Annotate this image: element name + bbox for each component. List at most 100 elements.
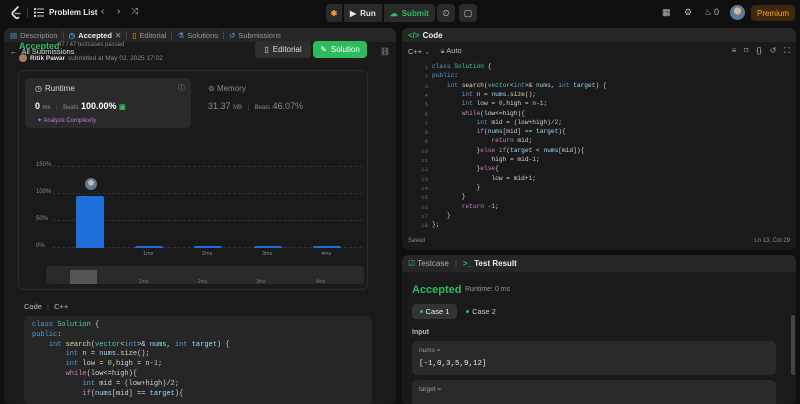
variable-name: target =	[419, 386, 442, 393]
analyze-complexity-link[interactable]: ✦ Analyze Complexity	[37, 117, 96, 124]
submit-label: Submit	[401, 8, 429, 18]
tab-testcase[interactable]: ☑ Testcase	[408, 259, 449, 268]
tab-submissions[interactable]: ↺ Submissions	[229, 31, 281, 40]
scrubber-tick-label: 4ms	[316, 279, 326, 285]
chart-range-scrubber[interactable]: 1ms 2ms 3ms 4ms	[46, 266, 364, 285]
editor-code-line: }	[432, 211, 451, 219]
scrubber-tick-label: 1ms	[139, 279, 149, 285]
line-number: 10	[421, 147, 428, 155]
chart-bar[interactable]	[254, 246, 282, 248]
fire-icon[interactable]: ♨	[704, 7, 712, 18]
language-select[interactable]: C++ ⌄	[408, 47, 431, 56]
prev-problem-icon[interactable]: ‹	[101, 6, 104, 17]
clock-icon: ◷	[35, 84, 42, 93]
divider	[223, 31, 225, 39]
x-tick-label: 1ms	[143, 251, 154, 257]
tab-code[interactable]: </> Code	[402, 28, 796, 42]
submitted-code[interactable]: class Solution {public: int search(vecto…	[24, 316, 372, 404]
submit-button[interactable]: ☁ Submit	[383, 4, 435, 22]
info-icon[interactable]: ⓘ	[178, 83, 185, 93]
runtime-beats-label: Beats	[63, 105, 79, 111]
y-tick-label: 100%	[36, 189, 52, 195]
next-problem-icon[interactable]: ›	[117, 6, 120, 17]
shuffle-icon[interactable]: ⤨	[131, 6, 138, 17]
tab-label: Solutions	[187, 30, 219, 40]
fullscreen-icon[interactable]: ⛶	[784, 46, 790, 56]
code-line: int search(vector<int>& nums, int target…	[48, 340, 230, 349]
tab-label: Code	[422, 30, 443, 40]
tab-solutions[interactable]: ⚗ Solutions	[177, 31, 218, 40]
case-2-tab[interactable]: Case 2	[462, 304, 500, 319]
leetcode-logo-icon[interactable]	[10, 6, 22, 20]
line-number: 4	[424, 91, 428, 99]
tab-description[interactable]: ▤ Description	[10, 31, 58, 40]
editor-code-line: int low = 0,high = n-1;	[461, 100, 548, 108]
x-tick-label: 4ms	[321, 251, 332, 257]
author-name[interactable]: Ritik Pawar	[30, 55, 65, 62]
chart-bar[interactable]	[135, 246, 163, 248]
editorial-button[interactable]: ▯ Editorial	[255, 41, 311, 58]
x-tick-label: 2ms	[202, 251, 213, 257]
scrubber-handle[interactable]	[70, 270, 97, 284]
avatar[interactable]	[730, 5, 745, 20]
top-bar: Problem List ‹ › ⤨ ✱ ▶ Run ☁ Submit ⏲ ▢ ▦ …	[0, 0, 800, 26]
edit-icon: ✎	[320, 45, 327, 54]
format-icon[interactable]: ≡	[732, 46, 737, 56]
case-1-tab[interactable]: Case 1	[412, 304, 457, 319]
scrollbar[interactable]	[791, 315, 795, 375]
tab-accepted[interactable]: ◷ Accepted ✕	[69, 31, 122, 40]
line-number: 13	[421, 175, 428, 183]
author-avatar[interactable]	[19, 54, 27, 62]
auto-mode-toggle[interactable]: 🔒︎ Auto	[441, 46, 462, 56]
divider	[27, 8, 28, 18]
braces-icon[interactable]: {}	[756, 46, 761, 56]
test-status: Accepted	[412, 284, 462, 296]
chart-bar[interactable]	[76, 196, 104, 248]
save-status: Saved	[408, 238, 426, 244]
share-link-icon[interactable]: ⛓	[380, 47, 390, 56]
case-label: Case 2	[472, 307, 496, 316]
runtime-card[interactable]: ◷ Runtime ⓘ 0 ms | Beats 100.00% ▣ ✦ Ana…	[25, 78, 191, 128]
chart-bar[interactable]	[194, 246, 222, 248]
timer-button[interactable]: ⏲	[437, 4, 455, 22]
play-icon: ▶	[350, 8, 357, 18]
divider	[126, 31, 128, 39]
premium-button[interactable]: Premium	[751, 5, 795, 21]
reset-icon[interactable]: ↺	[770, 46, 777, 56]
bookmark-icon[interactable]: ⌑	[744, 46, 748, 56]
close-icon[interactable]: ✕	[115, 31, 121, 40]
line-number: 5	[424, 101, 428, 109]
variable-name: nums =	[419, 347, 441, 354]
cloud-upload-icon: ☁	[389, 8, 398, 18]
tab-test-result[interactable]: >_ Test Result	[463, 259, 517, 268]
memory-card[interactable]: ⊚ Memory	[208, 84, 246, 93]
tab-label: Editorial	[139, 30, 167, 40]
tab-editorial[interactable]: ▯ Editorial	[132, 31, 166, 40]
test-panel: ☑ Testcase | >_ Test Result Accepted Run…	[402, 255, 796, 404]
run-button[interactable]: ▶ Run	[344, 4, 382, 22]
editor-code-line: }else if(target < nums[mid]){	[432, 146, 585, 154]
code-line: public:	[32, 330, 62, 339]
chart-bar[interactable]	[313, 246, 341, 248]
submission-author: Ritik Pawar submitted at May 02, 2025 17…	[19, 54, 163, 62]
document-icon: ▤	[10, 30, 18, 40]
problem-list-icon[interactable]	[34, 8, 44, 17]
line-number: 12	[421, 166, 428, 174]
line-number: 17	[421, 212, 428, 220]
debug-button[interactable]: ✱	[326, 4, 342, 22]
code-section-header: Code | C++	[24, 302, 68, 311]
runtime-unit: ms	[42, 105, 51, 111]
divider	[171, 31, 173, 39]
gear-icon[interactable]: ⚙	[684, 7, 692, 18]
post-solution-button[interactable]: ✎ Solution	[313, 41, 367, 58]
code-label: Code	[24, 302, 42, 311]
arrow-left-icon: ←	[10, 47, 18, 56]
code-brackets-icon: </>	[408, 30, 420, 40]
problem-list-link[interactable]: Problem List	[49, 8, 97, 17]
notes-button[interactable]: ▢	[459, 4, 477, 22]
language-value: C++	[408, 46, 423, 56]
layout-icon[interactable]: ▦	[662, 7, 671, 18]
tab-label: Testcase	[417, 259, 449, 268]
code-editor[interactable]: 1 class Solution {2 public: 3 int search(ve…	[402, 62, 796, 238]
divider: |	[47, 302, 49, 311]
